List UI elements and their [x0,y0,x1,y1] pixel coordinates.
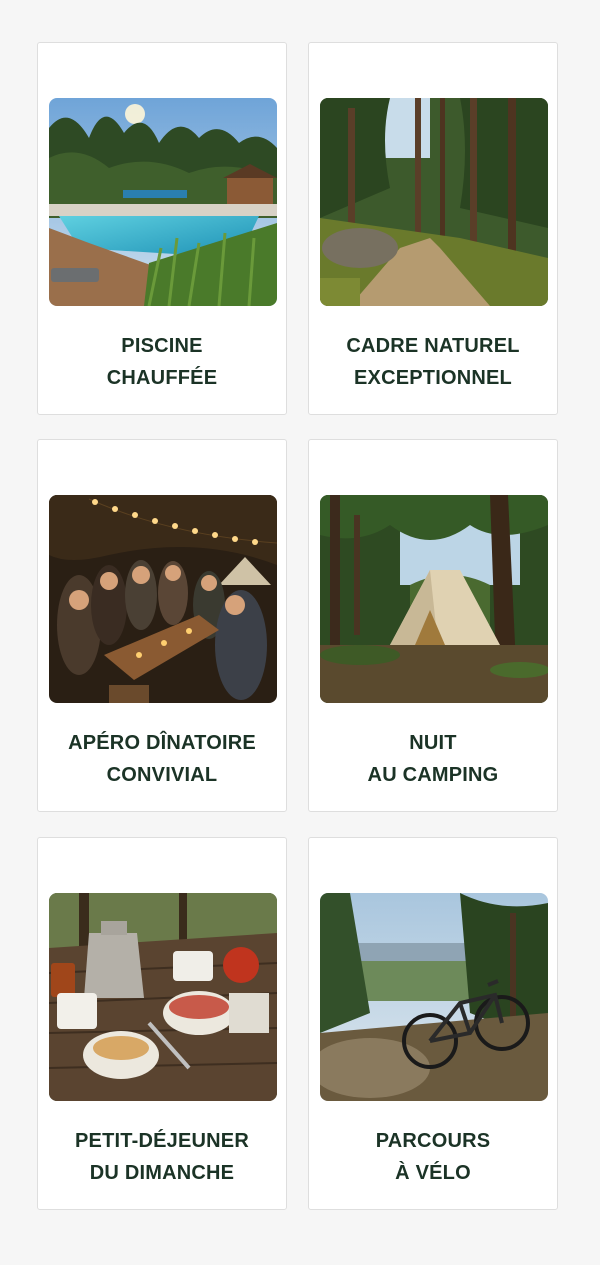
breakfast-table-photo [49,893,277,1101]
card-title-line2: DU DIMANCHE [89,1162,235,1184]
card-title-line1: PARCOURS [375,1130,491,1152]
feature-card-breakfast: PETIT-DÉJEUNER DU DIMANCHE [37,837,287,1210]
heated-pool-photo [49,98,277,306]
card-title-line1: CADRE NATUREL [346,335,520,357]
card-title: PISCINE CHAUFFÉE [38,330,286,394]
group-dinner-photo [49,495,277,703]
card-title-line2: EXCEPTIONNEL [354,367,512,389]
card-title-line1: NUIT [409,732,457,754]
card-title-line1: PISCINE [121,335,203,357]
feature-card-bike: PARCOURS À VÉLO [308,837,558,1210]
feature-card-pool: PISCINE CHAUFFÉE [37,42,287,415]
card-title-line1: APÉRO DÎNATOIRE [68,732,256,754]
card-title-line2: AU CAMPING [367,764,499,786]
card-title-line1: PETIT-DÉJEUNER [75,1130,249,1152]
feature-card-camping: NUIT AU CAMPING [308,439,558,812]
card-title: PETIT-DÉJEUNER DU DIMANCHE [38,1125,286,1189]
card-title-line2: À VÉLO [395,1162,471,1184]
forest-path-photo [320,98,548,306]
camping-tent-photo [320,495,548,703]
card-title: NUIT AU CAMPING [309,727,557,791]
card-title: CADRE NATUREL EXCEPTIONNEL [309,330,557,394]
card-title: PARCOURS À VÉLO [309,1125,557,1189]
feature-card-dinner: APÉRO DÎNATOIRE CONVIVIAL [37,439,287,812]
card-title-line2: CHAUFFÉE [106,367,218,389]
card-title-line2: CONVIVIAL [106,764,218,786]
mountain-bike-photo [320,893,548,1101]
feature-card-nature: CADRE NATUREL EXCEPTIONNEL [308,42,558,415]
card-title: APÉRO DÎNATOIRE CONVIVIAL [38,727,286,791]
